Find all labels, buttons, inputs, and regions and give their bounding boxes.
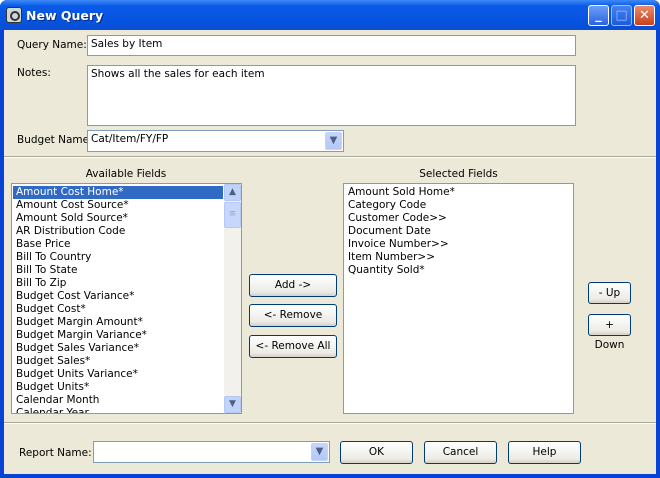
report-name-label: Report Name:: [19, 447, 92, 459]
budget-name-select[interactable]: Cat/Item/FY/FP ▼: [87, 130, 344, 152]
help-button[interactable]: Help: [508, 441, 581, 464]
list-item[interactable]: Bill To State: [13, 264, 223, 277]
query-name-input[interactable]: Sales by Item: [87, 35, 576, 56]
dialog-body: Query Name: Sales by Item Notes: Shows a…: [4, 30, 656, 474]
minimize-icon: _: [595, 8, 602, 23]
notes-textarea[interactable]: Shows all the sales for each item: [87, 65, 576, 126]
chevron-down-icon[interactable]: ▼: [311, 443, 328, 461]
list-item[interactable]: Budget Units*: [13, 381, 223, 394]
notes-label: Notes:: [17, 67, 51, 79]
list-item[interactable]: Budget Sales Variance*: [13, 342, 223, 355]
divider: [4, 156, 656, 158]
list-item[interactable]: Bill To Zip: [13, 277, 223, 290]
close-icon: ✕: [639, 8, 650, 23]
divider: [4, 422, 656, 424]
cancel-button[interactable]: Cancel: [424, 441, 497, 464]
list-item[interactable]: Amount Sold Source*: [13, 212, 223, 225]
remove-all-button[interactable]: <- Remove All: [249, 335, 337, 358]
query-name-label: Query Name:: [17, 39, 87, 51]
add-button[interactable]: Add ->: [249, 274, 337, 297]
list-item[interactable]: Amount Cost Source*: [13, 199, 223, 212]
list-item[interactable]: Category Code: [345, 199, 572, 212]
remove-button[interactable]: <- Remove: [249, 304, 337, 327]
list-item[interactable]: Budget Margin Variance*: [13, 329, 223, 342]
list-item[interactable]: Budget Units Variance*: [13, 368, 223, 381]
list-item[interactable]: Bill To Country: [13, 251, 223, 264]
query-icon: [6, 7, 22, 23]
list-item[interactable]: Budget Cost*: [13, 303, 223, 316]
scroll-up-button[interactable]: ▲: [224, 184, 241, 201]
new-query-window: New Query _ □ ✕ Query Name: Sales by Ite…: [0, 0, 660, 478]
list-item[interactable]: Budget Margin Amount*: [13, 316, 223, 329]
maximize-icon: □: [615, 8, 628, 23]
scrollbar[interactable]: ▲ ≡ ▼: [224, 184, 241, 413]
minimize-button[interactable]: _: [588, 5, 609, 26]
available-fields-list[interactable]: Amount Cost Home* Amount Cost Source* Amou…: [11, 183, 242, 414]
budget-name-value: Cat/Item/FY/FP: [91, 133, 169, 145]
list-item[interactable]: Quantity Sold*: [345, 264, 572, 277]
list-item[interactable]: Base Price: [13, 238, 223, 251]
list-item[interactable]: Amount Cost Home*: [13, 186, 223, 199]
list-item[interactable]: Document Date: [345, 225, 572, 238]
list-item[interactable]: Customer Code>>: [345, 212, 572, 225]
move-down-button[interactable]: + Down: [588, 314, 631, 351]
list-item[interactable]: Calendar Year: [13, 407, 223, 413]
list-item[interactable]: Calendar Month: [13, 394, 223, 407]
window-title: New Query: [26, 8, 104, 23]
list-item[interactable]: Invoice Number>>: [345, 238, 572, 251]
title-bar[interactable]: New Query _ □ ✕: [0, 0, 660, 30]
budget-name-label: Budget Name:: [17, 134, 93, 146]
list-item[interactable]: Budget Sales*: [13, 355, 223, 368]
list-item[interactable]: Item Number>>: [345, 251, 572, 264]
list-item[interactable]: AR Distribution Code: [13, 225, 223, 238]
chevron-down-icon[interactable]: ▼: [325, 132, 342, 150]
selected-fields-list[interactable]: Amount Sold Home* Category Code Customer C…: [343, 183, 574, 414]
available-fields-label: Available Fields: [85, 168, 167, 180]
ok-button[interactable]: OK: [340, 441, 413, 464]
close-button[interactable]: ✕: [634, 5, 655, 26]
selected-fields-label: Selected Fields: [419, 168, 498, 180]
scroll-thumb[interactable]: ≡: [224, 202, 241, 228]
scroll-down-button[interactable]: ▼: [224, 396, 241, 413]
list-item[interactable]: Amount Sold Home*: [345, 186, 572, 199]
list-item[interactable]: Budget Cost Variance*: [13, 290, 223, 303]
maximize-button[interactable]: □: [611, 5, 632, 26]
report-name-select[interactable]: ▼: [93, 441, 330, 463]
move-up-button[interactable]: - Up: [588, 282, 631, 304]
